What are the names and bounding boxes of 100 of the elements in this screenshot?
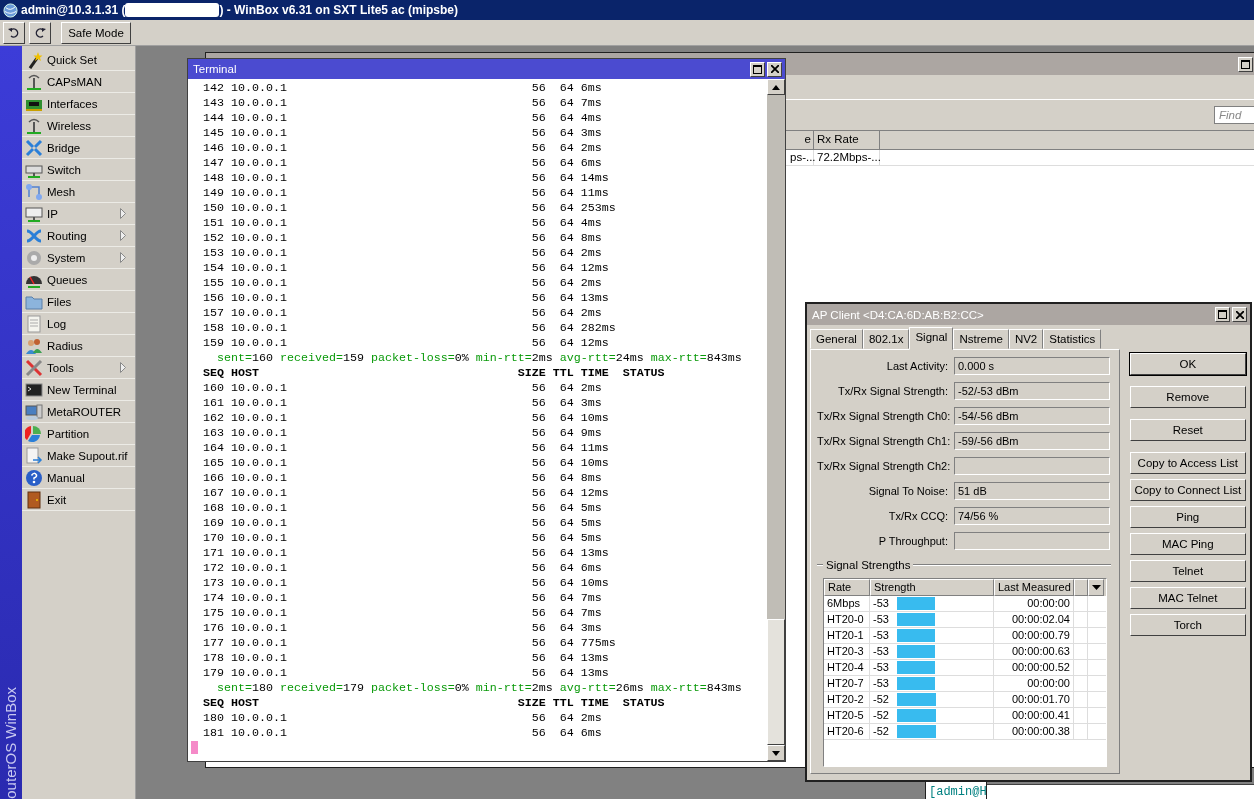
menu-item[interactable]: Files — [22, 291, 135, 313]
field-label: Last Activity: — [885, 359, 948, 374]
submenu-arrow-icon — [120, 208, 126, 219]
terminal-line: 177 10.0.0.1 56 64 775ms — [203, 636, 617, 651]
menu-item[interactable]: Wireless — [22, 115, 135, 137]
table-cell-text: -53 — [873, 676, 890, 691]
maximize-button[interactable] — [1215, 307, 1230, 322]
tab[interactable]: General — [810, 329, 863, 349]
menu-item[interactable]: Tools — [22, 357, 135, 379]
field-label: P Throughput: — [877, 534, 948, 549]
terminal-prompt: [admin@H — [929, 785, 987, 799]
menu-item[interactable]: Interfaces — [22, 93, 135, 115]
pie-chart-icon — [25, 424, 43, 443]
table-cell-text: -52 — [873, 724, 890, 739]
terminal-line: 148 10.0.0.1 56 64 14ms — [203, 171, 610, 186]
column-header[interactable]: e — [787, 131, 814, 149]
menu-item[interactable]: Quick Set — [22, 49, 135, 71]
column-header[interactable]: Last Measured — [994, 579, 1074, 596]
antenna-icon — [25, 116, 43, 135]
undo-icon — [8, 27, 20, 38]
terminal-line: 160 10.0.0.1 56 64 2ms — [203, 381, 603, 396]
field-label: Tx/Rx Signal Strength Ch1: — [817, 434, 948, 449]
menu-item[interactable]: Mesh — [22, 181, 135, 203]
terminal-line: 142 10.0.0.1 56 64 6ms — [203, 81, 603, 96]
menu-item[interactable]: Queues — [22, 269, 135, 291]
column-menu-button[interactable] — [1088, 579, 1104, 596]
terminal-line: 166 10.0.0.1 56 64 8ms — [203, 471, 603, 486]
terminal-line: 181 10.0.0.1 56 64 6ms — [203, 726, 603, 741]
menu-item[interactable]: IP — [22, 203, 135, 225]
dialog-button[interactable]: Telnet — [1129, 560, 1246, 582]
terminal-line: 156 10.0.0.1 56 64 13ms — [203, 291, 610, 306]
menu-item[interactable]: Exit — [22, 489, 135, 511]
dialog-button[interactable]: Copy to Connect List — [1129, 479, 1246, 501]
redo-icon — [34, 27, 46, 38]
column-header[interactable]: Strength — [870, 579, 994, 596]
dialog-button[interactable]: Remove — [1129, 386, 1246, 408]
redo-button[interactable] — [29, 21, 51, 44]
terminal-line: 151 10.0.0.1 56 64 4ms — [203, 216, 603, 231]
menu-item[interactable]: Routing — [22, 225, 135, 247]
antenna-icon — [25, 72, 43, 91]
menu-item[interactable]: Log — [22, 313, 135, 335]
column-header[interactable]: Rx Rate — [814, 131, 880, 149]
scrollbar-thumb[interactable] — [767, 619, 785, 745]
field-value: -52/-53 dBm — [954, 382, 1110, 400]
arrows-icon — [25, 138, 43, 157]
dialog-button[interactable]: MAC Ping — [1129, 533, 1246, 555]
menu-item[interactable]: Bridge — [22, 137, 135, 159]
tab[interactable]: Statistics — [1043, 329, 1102, 349]
submenu-arrow-icon — [120, 230, 126, 241]
menu-item[interactable]: MetaROUTER — [22, 401, 135, 423]
terminal-line: 143 10.0.0.1 56 64 7ms — [203, 96, 603, 111]
terminal-header: SEQ HOST SIZE TTL TIME STATUS — [203, 696, 666, 711]
table-cell-text: -53 — [873, 628, 890, 643]
table-cell: 00:00:00 — [994, 676, 1074, 691]
tools-icon — [25, 358, 43, 377]
document-arrow-icon — [25, 446, 43, 465]
dialog-button[interactable]: Reset — [1129, 419, 1246, 441]
table-cell: ps-... — [787, 150, 814, 165]
find-field[interactable]: Find — [1214, 106, 1254, 124]
dialog-button[interactable]: Ping — [1129, 506, 1246, 528]
table-cell: 00:00:00.63 — [994, 644, 1074, 659]
menu-item[interactable]: Manual — [22, 467, 135, 489]
scroll-down-button[interactable] — [767, 745, 785, 761]
menu-item[interactable]: CAPsMAN — [22, 71, 135, 93]
menu-item[interactable]: New Terminal — [22, 379, 135, 401]
tab[interactable]: NV2 — [1008, 329, 1044, 349]
terminal-line: 174 10.0.0.1 56 64 7ms — [203, 591, 603, 606]
dialog-button[interactable]: MAC Telnet — [1129, 587, 1246, 609]
dialog-button[interactable]: OK — [1129, 353, 1246, 375]
maximize-button[interactable] — [1238, 56, 1253, 72]
undo-button[interactable] — [3, 21, 25, 44]
scroll-up-button[interactable] — [767, 79, 785, 95]
menu-item[interactable]: Make Supout.rif — [22, 445, 135, 467]
terminal-line: 153 10.0.0.1 56 64 2ms — [203, 246, 603, 261]
menu-item[interactable]: System — [22, 247, 135, 269]
menu-item[interactable]: Switch — [22, 159, 135, 181]
table-cell-text: -53 — [873, 660, 890, 675]
terminal-line: 167 10.0.0.1 56 64 12ms — [203, 486, 610, 501]
table-cell-text: -53 — [873, 596, 890, 611]
dialog-button[interactable]: Torch — [1129, 614, 1246, 636]
tab[interactable]: Nstreme — [953, 329, 1009, 349]
table-cell: 00:00:00.38 — [994, 724, 1074, 739]
safe-mode-button[interactable]: Safe Mode — [61, 21, 131, 44]
tab[interactable]: 802.1x — [862, 329, 910, 349]
terminal-line: 157 10.0.0.1 56 64 2ms — [203, 306, 603, 321]
terminal-line: 164 10.0.0.1 56 64 11ms — [203, 441, 610, 456]
dialog-button[interactable]: Copy to Access List — [1129, 452, 1246, 474]
terminal-line: 170 10.0.0.1 56 64 5ms — [203, 531, 603, 546]
close-icon — [1235, 310, 1244, 319]
scrollbar[interactable] — [767, 79, 785, 761]
tab[interactable]: Signal — [909, 327, 954, 350]
menu-item[interactable]: Partition — [22, 423, 135, 445]
close-button[interactable] — [1232, 307, 1247, 322]
menu-item[interactable]: Radius — [22, 335, 135, 357]
help-icon — [25, 468, 43, 487]
close-button[interactable] — [767, 61, 782, 77]
column-header[interactable]: Rate — [824, 579, 870, 596]
terminal-line: 175 10.0.0.1 56 64 7ms — [203, 606, 603, 621]
maximize-button[interactable] — [750, 61, 765, 77]
field-label: Signal To Noise: — [867, 484, 948, 499]
